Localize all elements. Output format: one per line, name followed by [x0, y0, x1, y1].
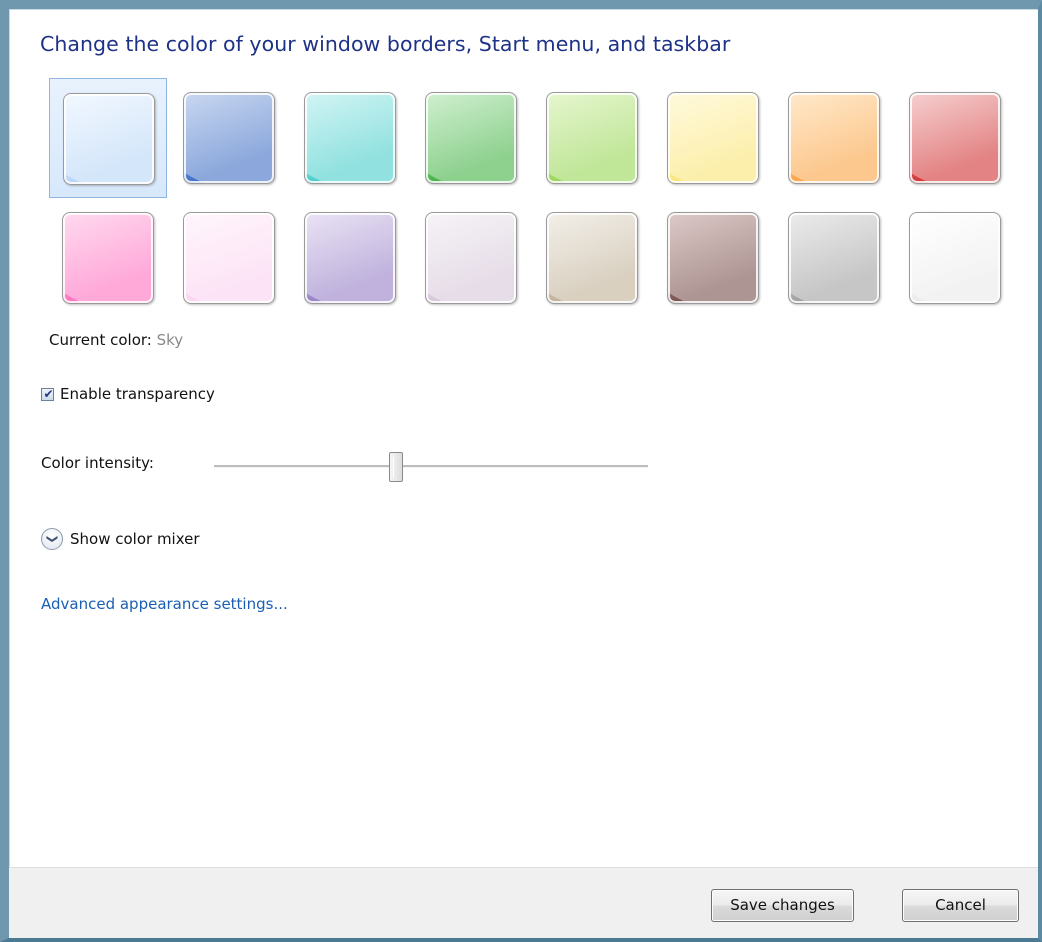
color-swatch-lime[interactable]	[533, 78, 651, 198]
color-swatch-tile	[788, 92, 880, 184]
color-swatch-sea[interactable]	[291, 78, 409, 198]
swatch-gloss	[426, 93, 516, 183]
swatch-gloss	[426, 213, 516, 303]
color-swatch-tile	[788, 212, 880, 304]
color-swatch-tile	[909, 212, 1001, 304]
color-swatch-tile	[425, 212, 517, 304]
color-swatch-tile	[425, 92, 517, 184]
swatch-gloss	[184, 213, 274, 303]
swatch-gloss	[789, 93, 879, 183]
color-intensity-slider-thumb[interactable]	[389, 452, 403, 482]
color-swatch-tile	[546, 92, 638, 184]
swatch-gloss	[547, 213, 637, 303]
color-swatch-taupe[interactable]	[533, 198, 651, 318]
color-swatch-tile	[546, 212, 638, 304]
save-changes-button[interactable]: Save changes	[711, 889, 854, 922]
color-swatch-tile	[304, 92, 396, 184]
color-swatch-tile	[667, 92, 759, 184]
swatch-gloss	[789, 213, 879, 303]
color-swatch-tile	[667, 212, 759, 304]
swatch-gloss	[63, 213, 153, 303]
color-swatch-tile	[183, 92, 275, 184]
swatch-gloss	[668, 93, 758, 183]
swatch-gloss	[547, 93, 637, 183]
color-swatch-ruby[interactable]	[896, 78, 1014, 198]
cancel-button[interactable]: Cancel	[902, 889, 1019, 922]
swatch-gloss	[305, 93, 395, 183]
swatch-gloss	[184, 93, 274, 183]
dialog-footer: Save changes Cancel	[9, 867, 1038, 938]
page-title: Change the color of your window borders,…	[40, 32, 731, 56]
color-swatch-tile	[183, 212, 275, 304]
color-swatch-tile	[62, 212, 154, 304]
color-swatch-tile	[63, 93, 155, 185]
chevron-down-icon: ❯	[46, 534, 59, 544]
color-swatch-slate[interactable]	[775, 198, 893, 318]
swatch-gloss	[305, 213, 395, 303]
current-color-value: Sky	[156, 331, 184, 349]
color-swatch-blush[interactable]	[170, 198, 288, 318]
current-color-text: Current color: Sky	[49, 331, 183, 349]
checkmark-icon: ✔	[43, 387, 54, 401]
color-swatch-lavender[interactable]	[412, 198, 530, 318]
show-color-mixer-button[interactable]: ❯	[41, 528, 63, 550]
advanced-appearance-settings-link[interactable]: Advanced appearance settings...	[41, 595, 288, 613]
color-swatch-sky[interactable]	[49, 78, 167, 198]
swatch-gloss	[910, 213, 1000, 303]
enable-transparency-checkbox[interactable]: ✔	[41, 387, 54, 401]
color-swatch-pumpkin[interactable]	[775, 78, 893, 198]
color-swatch-violet[interactable]	[291, 198, 409, 318]
window-frame: Change the color of your window borders,…	[0, 0, 1042, 942]
color-swatch-tile	[304, 212, 396, 304]
color-intensity-label: Color intensity:	[41, 454, 154, 472]
show-color-mixer-label[interactable]: Show color mixer	[70, 530, 200, 548]
swatch-gloss	[668, 213, 758, 303]
color-swatch-tile	[909, 92, 1001, 184]
color-swatch-leaf[interactable]	[412, 78, 530, 198]
color-swatch-twilight[interactable]	[170, 78, 288, 198]
enable-transparency-label[interactable]: Enable transparency	[60, 385, 215, 403]
color-swatch-chocolate[interactable]	[654, 198, 772, 318]
swatch-gloss	[64, 94, 154, 184]
current-color-label: Current color:	[49, 331, 152, 349]
color-swatch-frost[interactable]	[896, 198, 1014, 318]
color-swatch-fuchsia[interactable]	[49, 198, 167, 318]
color-swatch-sun[interactable]	[654, 78, 772, 198]
swatch-gloss	[910, 93, 1000, 183]
color-intensity-slider-track[interactable]	[214, 465, 648, 468]
